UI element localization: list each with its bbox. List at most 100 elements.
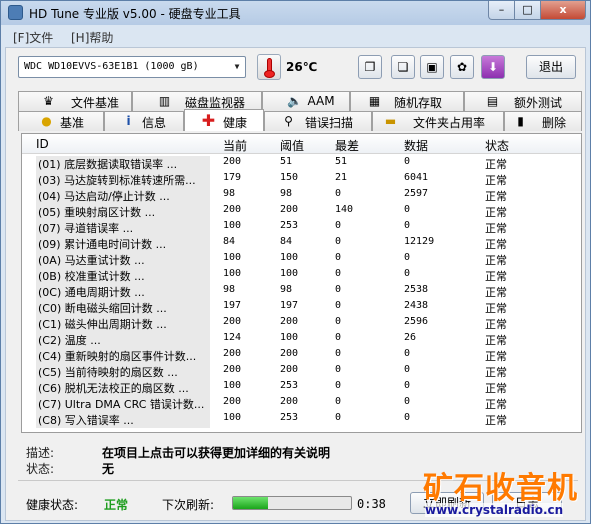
cell-id: (0A) 马达重试计数 ... (36, 252, 210, 268)
tab-info-label: 信息 (141, 116, 166, 130)
maximize-button[interactable]: □ (514, 1, 541, 20)
tab-file-benchmark[interactable]: ♛ 文件基准 (18, 91, 132, 111)
tab-aam-label: AAM (307, 94, 335, 108)
temperature-value: 26℃ (286, 60, 318, 74)
cell-data: 2538 (404, 284, 429, 295)
chevron-down-icon: ▼ (234, 62, 240, 71)
cell-data: 26 (404, 332, 417, 343)
cell-status: 正常 (485, 302, 507, 315)
cell-current: 200 (223, 364, 242, 375)
table-row[interactable]: (C2) 温度 ... 124 100 0 26 正常 (22, 331, 581, 348)
app-icon (8, 5, 23, 20)
cell-id: (07) 寻道错误率 ... (36, 220, 210, 236)
tab-error-scan[interactable]: ⚲ 错误扫描 (264, 111, 372, 131)
cell-id: (01) 底层数据读取错误率 ... (36, 156, 210, 172)
cell-current: 200 (223, 348, 242, 359)
cell-id: (09) 累计通电时间计数 ... (36, 236, 210, 252)
cell-status: 正常 (485, 206, 507, 219)
tab-error-scan-label: 错误扫描 (304, 116, 353, 130)
cell-id: (C1) 磁头伸出周期计数 ... (36, 316, 210, 332)
cell-id: (C0) 断电磁头缩回计数 ... (36, 300, 210, 316)
cell-worst: 0 (335, 268, 342, 279)
table-row[interactable]: (C1) 磁头伸出周期计数 ... 200 200 0 2596 正常 (22, 315, 581, 332)
tab-health[interactable]: ✚ 健康 (184, 109, 264, 131)
cell-worst: 0 (335, 396, 342, 407)
cell-status: 正常 (485, 382, 507, 395)
options-button[interactable]: ✿ (450, 55, 474, 79)
col-threshold[interactable]: 阈值 (280, 137, 304, 154)
tab-aam[interactable]: 🔈 AAM (262, 91, 350, 111)
cell-worst: 0 (335, 284, 342, 295)
table-row[interactable]: (09) 累计通电时间计数 ... 84 84 0 12129 正常 (22, 235, 581, 252)
cell-status: 正常 (485, 334, 507, 347)
tab-folder-usage[interactable]: ▬ 文件夹占用率 (372, 111, 504, 131)
table-row[interactable]: (05) 重映射扇区计数 ... 200 200 140 0 正常 (22, 203, 581, 220)
refresh-progress-bar (232, 496, 352, 510)
save-button[interactable]: ▣ (420, 55, 444, 79)
cell-current: 200 (223, 316, 242, 327)
cell-data: 0 (404, 348, 411, 359)
cell-data: 6041 (404, 172, 429, 183)
table-row[interactable]: (C0) 断电磁头缩回计数 ... 197 197 0 2438 正常 (22, 299, 581, 316)
cell-threshold: 197 (280, 300, 299, 311)
tab-random-access[interactable]: ▦ 随机存取 (350, 91, 464, 111)
table-row[interactable]: (C5) 当前待映射的扇区数 ... 200 200 0 0 正常 (22, 363, 581, 380)
tab-extra-tests[interactable]: ▤ 额外测试 (464, 91, 582, 111)
col-current[interactable]: 当前 (223, 137, 247, 154)
tab-disk-monitor[interactable]: ▥ 磁盘监视器 (132, 91, 262, 111)
cell-threshold: 100 (280, 268, 299, 279)
menu-help[interactable]: [H]帮助 (71, 29, 113, 46)
download-button[interactable]: ⬇ (481, 55, 505, 79)
refresh-progress-fill (233, 497, 269, 509)
tab-erase[interactable]: ▮ 删除 (504, 111, 582, 131)
tab-health-label: 健康 (222, 116, 247, 130)
title-bar[interactable]: HD Tune 专业版 v5.00 - 硬盘专业工具 – □ x (1, 1, 590, 25)
col-data[interactable]: 数据 (404, 137, 428, 154)
cell-worst: 0 (335, 332, 342, 343)
col-id[interactable]: ID (36, 137, 49, 151)
cell-data: 12129 (404, 236, 435, 247)
cell-worst: 0 (335, 188, 342, 199)
cell-worst: 51 (335, 156, 348, 167)
copy-button[interactable]: ❐ (358, 55, 382, 79)
table-row[interactable]: (0B) 校准重试计数 ... 100 100 0 0 正常 (22, 267, 581, 284)
hdtune-window: HD Tune 专业版 v5.00 - 硬盘专业工具 – □ x [F]文件 [… (0, 0, 591, 524)
copy-icon: ❐ (364, 60, 376, 74)
table-row[interactable]: (C6) 脱机无法校正的扇区数 ... 100 253 0 0 正常 (22, 379, 581, 396)
thermometer-icon (257, 54, 281, 80)
table-row[interactable]: (01) 底层数据读取错误率 ... 200 51 51 0 正常 (22, 155, 581, 172)
save-icon: ▣ (426, 60, 438, 74)
close-button[interactable]: x (540, 1, 586, 20)
table-row[interactable]: (04) 马达启动/停止计数 ... 98 98 0 2597 正常 (22, 187, 581, 204)
table-row[interactable]: (C8) 写入错误率 ... 100 253 0 0 正常 (22, 411, 581, 428)
table-row[interactable]: (07) 寻道错误率 ... 100 253 0 0 正常 (22, 219, 581, 236)
cell-threshold: 51 (280, 156, 293, 167)
cell-current: 98 (223, 284, 236, 295)
copy-all-button[interactable]: ❏ (391, 55, 415, 79)
exit-button[interactable]: 退出 (526, 55, 576, 79)
cell-current: 100 (223, 380, 242, 391)
table-row[interactable]: (0C) 通电周期计数 ... 98 98 0 2538 正常 (22, 283, 581, 300)
cell-data: 0 (404, 412, 411, 423)
cell-worst: 140 (335, 204, 354, 215)
cell-current: 200 (223, 396, 242, 407)
cell-id: (04) 马达启动/停止计数 ... (36, 188, 210, 204)
table-row[interactable]: (C7) Ultra DMA CRC 错误计数... 200 200 0 0 正常 (22, 395, 581, 412)
drive-select[interactable]: WDC WD10EVVS-63E1B1 (1000 gB) ▼ (18, 56, 246, 78)
col-status[interactable]: 状态 (485, 137, 509, 154)
cell-data: 0 (404, 220, 411, 231)
minimize-button[interactable]: – (488, 1, 515, 20)
table-row[interactable]: (0A) 马达重试计数 ... 100 100 0 0 正常 (22, 251, 581, 268)
table-row[interactable]: (C4) 重新映射的扇区事件计数... 200 200 0 0 正常 (22, 347, 581, 364)
cell-worst: 0 (335, 316, 342, 327)
table-row[interactable]: (03) 马达旋转到标准转速所需... 179 150 21 6041 正常 (22, 171, 581, 188)
cell-data: 0 (404, 268, 411, 279)
cell-status: 正常 (485, 222, 507, 235)
description-label: 描述: (26, 446, 55, 460)
menu-file[interactable]: [F]文件 (13, 29, 53, 46)
col-worst[interactable]: 最差 (335, 137, 359, 154)
tab-benchmark[interactable]: ● 基准 (18, 111, 104, 131)
cell-worst: 21 (335, 172, 348, 183)
cell-id: (C4) 重新映射的扇区事件计数... (36, 348, 210, 364)
tab-info[interactable]: i 信息 (104, 111, 184, 131)
